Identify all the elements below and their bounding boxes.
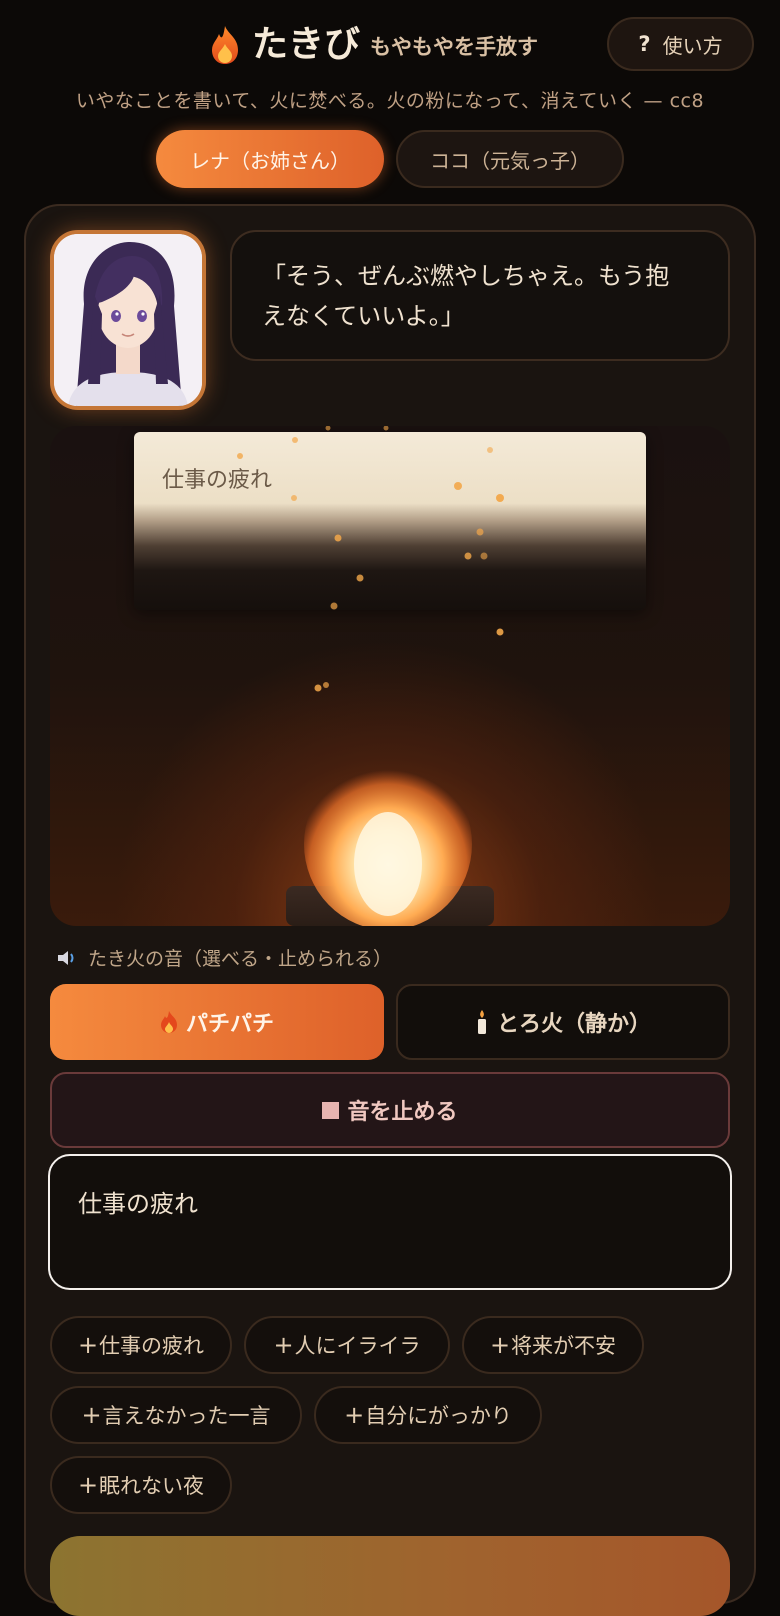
suggestion-chip[interactable]: + 言えなかった一言 (50, 1386, 302, 1444)
brand: たきび もやもやを手放す (208, 24, 538, 66)
help-label: 使い方 (662, 33, 723, 58)
suggestion-chip-label: 仕事の疲れ (99, 1334, 205, 1358)
plus-icon: + (77, 1471, 99, 1499)
character-portrait (54, 234, 202, 406)
suggestion-chip-label: 人にイライラ (294, 1334, 421, 1358)
sound-label-text: たき火の音（選べる・止められる） (88, 948, 393, 970)
plus-icon: + (489, 1331, 511, 1359)
sound-low-fire-button[interactable]: とろ火（静か） (396, 984, 730, 1060)
sound-label: たき火の音（選べる・止められる） (56, 944, 392, 971)
speaker-icon (58, 950, 74, 965)
tab-character-rena[interactable]: レナ（お姉さん） (156, 130, 384, 188)
sound-low-fire-label: とろ火（静か） (496, 1012, 651, 1037)
suggestion-chip[interactable]: + 仕事の疲れ (50, 1316, 232, 1374)
stop-sound-label: 音を止める (347, 1100, 458, 1125)
tab-character-coco[interactable]: ココ（元気っ子） (396, 130, 624, 188)
stop-icon (322, 1101, 340, 1119)
worry-input[interactable] (48, 1154, 732, 1290)
speech-bubble: 「そう、ぜんぶ燃やしちゃえ。もう抱えなくていいよ。」 (230, 230, 730, 361)
avatar (50, 230, 206, 410)
plus-icon: + (77, 1331, 99, 1359)
suggestion-chip-label: 自分にがっかり (365, 1404, 512, 1428)
plus-icon: + (81, 1401, 102, 1429)
help-button[interactable]: ? 使い方 (607, 17, 754, 71)
suggestion-chip-label: 眠れない夜 (99, 1474, 205, 1498)
stop-sound-button[interactable]: 音を止める (50, 1072, 730, 1148)
campfire-flame (304, 758, 472, 926)
suggestion-chip[interactable]: + 自分にがっかり (314, 1386, 542, 1444)
burn-button[interactable] (50, 1536, 730, 1616)
suggestion-chip[interactable]: + 人にイライラ (244, 1316, 450, 1374)
fire-icon (160, 1011, 177, 1033)
sound-crackle-button[interactable]: パチパチ (50, 984, 384, 1060)
suggestion-chip-label: 言えなかった一言 (102, 1404, 271, 1428)
candle-icon (477, 1010, 486, 1034)
app-tagline: もやもやを手放す (370, 35, 539, 59)
suggestion-chip[interactable]: + 将来が不安 (462, 1316, 644, 1374)
suggestion-chip-label: 将来が不安 (511, 1334, 617, 1358)
subtitle: いやなことを書いて、火に焚べる。火の粉になって、消えていく — cc8 (75, 90, 705, 112)
plus-icon: + (273, 1331, 294, 1359)
suggestion-chip[interactable]: + 眠れない夜 (50, 1456, 232, 1514)
flame-icon (212, 26, 238, 64)
plus-icon: + (344, 1401, 365, 1429)
fire-stage: 仕事の疲れ (50, 426, 730, 926)
header: たきび もやもやを手放す ? 使い方 いやなことを書いて、火に焚べる。火の粉にな… (0, 0, 780, 112)
question-icon: ? (638, 32, 651, 56)
sound-crackle-label: パチパチ (185, 1012, 274, 1037)
app-title: たきび (252, 24, 361, 65)
